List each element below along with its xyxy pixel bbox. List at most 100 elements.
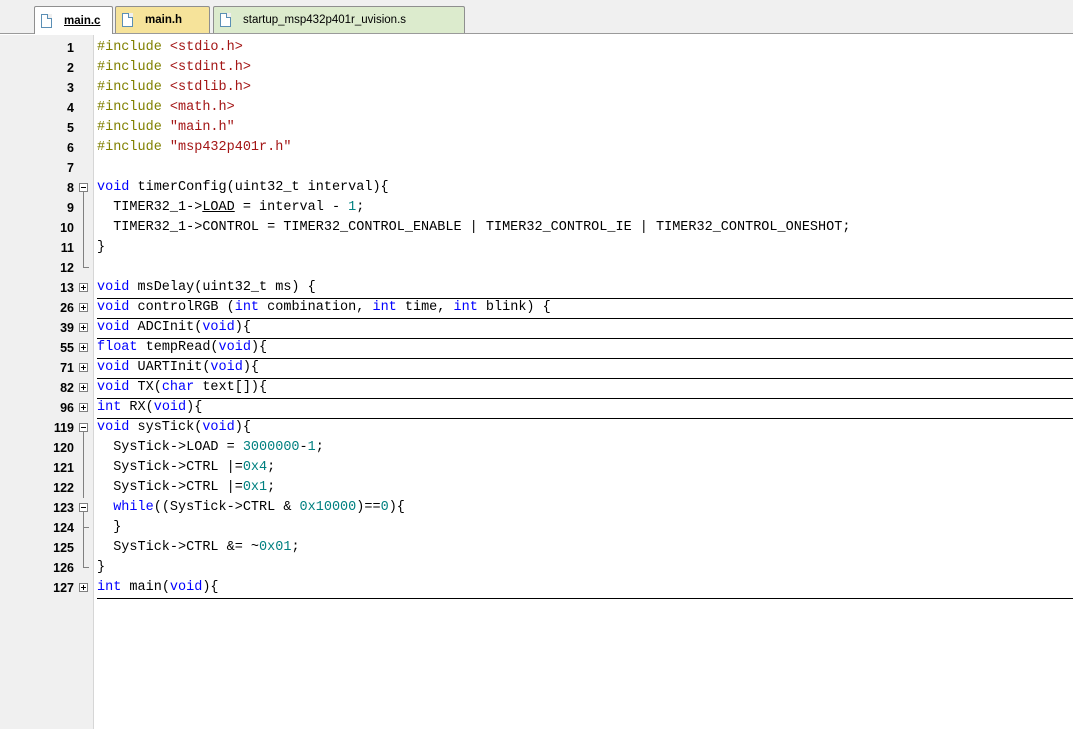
code-line[interactable]: 127 int main(void){ [0,578,1073,599]
fold-collapse-icon[interactable] [79,423,88,432]
code-text[interactable]: SysTick->LOAD = 3000000-1; [97,438,324,458]
line-number: 9 [67,201,74,215]
code-line[interactable]: 123 while((SysTick->CTRL & 0x10000)==0){ [0,498,1073,518]
keyword: void [97,360,130,375]
line-number: 7 [67,161,74,175]
code-line[interactable]: 2 #include <stdint.h> [0,58,1073,78]
tab-main-h[interactable]: main.h [115,6,210,33]
code-line[interactable]: 13 void msDelay(uint32_t ms) { [0,278,1073,299]
code-text[interactable]: TIMER32_1->LOAD = interval - 1; [97,198,364,218]
code-line[interactable]: 71 void UARTInit(void){ [0,358,1073,379]
code-line[interactable]: 12 [0,258,1073,278]
code-line[interactable]: 125 SysTick->CTRL &= ~0x01; [0,538,1073,558]
line-number: 8 [67,181,74,195]
code-line[interactable]: 122 SysTick->CTRL |=0x1; [0,478,1073,498]
code-text[interactable]: #include "main.h" [97,118,235,138]
code-line[interactable]: 10 TIMER32_1->CONTROL = TIMER32_CONTROL_… [0,218,1073,238]
code-line[interactable]: 39 void ADCInit(void){ [0,318,1073,339]
fold-collapse-icon[interactable] [79,183,88,192]
code-token: } [97,560,106,575]
fold-collapse-icon[interactable] [79,503,88,512]
fold-expand-icon[interactable] [79,323,88,332]
code-line[interactable]: 124 } [0,518,1073,538]
fold-expand-icon[interactable] [79,403,88,412]
code-line[interactable]: 119 void sysTick(void){ [0,418,1073,438]
code-text[interactable]: void timerConfig(uint32_t interval){ [97,178,389,198]
keyword: float [97,340,138,355]
code-line[interactable]: 55 float tempRead(void){ [0,338,1073,359]
number-literal: 0 [380,500,389,515]
fold-expand-icon[interactable] [79,303,88,312]
code-line[interactable]: 6 #include "msp432p401r.h" [0,138,1073,158]
code-line[interactable]: 121 SysTick->CTRL |=0x4; [0,458,1073,478]
preprocessor-directive: #include [97,100,170,115]
code-token: RX( [121,400,154,415]
tab-main-c[interactable]: main.c [34,6,113,34]
code-editor[interactable]: 1 #include <stdio.h> 2 #include <stdint.h> 3… [0,35,1073,729]
code-line[interactable]: 11} [0,238,1073,258]
keyword: void [97,380,130,395]
code-line[interactable]: 1 #include <stdio.h> [0,38,1073,58]
code-text[interactable]: TIMER32_1->CONTROL = TIMER32_CONTROL_ENA… [97,218,850,238]
line-number: 5 [67,121,74,135]
code-line[interactable]: 120 SysTick->LOAD = 3000000-1; [0,438,1073,458]
code-text[interactable]: void sysTick(void){ [97,418,251,438]
c-file-icon [41,13,52,28]
fold-expand-icon[interactable] [79,283,88,292]
code-line[interactable]: 26 void controlRGB (int combination, int … [0,298,1073,319]
collapsed-function[interactable]: int RX(void){ [97,398,1073,419]
code-text[interactable]: } [97,518,121,538]
code-text[interactable]: } [97,238,105,258]
collapsed-function[interactable]: void TX(char text[]){ [97,378,1073,399]
fold-guide [83,538,84,558]
fold-expand-icon[interactable] [79,383,88,392]
code-token: ){ [242,360,260,375]
code-text[interactable]: while((SysTick->CTRL & 0x10000)==0){ [97,498,405,518]
code-token: text[]){ [194,380,268,395]
keyword: void [210,360,243,375]
code-text[interactable]: SysTick->CTRL |=0x4; [97,458,275,478]
code-text[interactable]: SysTick->CTRL |=0x1; [97,478,275,498]
code-text[interactable]: #include <stdint.h> [97,58,251,78]
code-line[interactable]: 9 TIMER32_1->LOAD = interval - 1; [0,198,1073,218]
code-text[interactable]: #include <math.h> [97,98,235,118]
line-number: 121 [53,461,74,475]
line-number: 123 [53,501,74,515]
preprocessor-directive: #include [97,80,170,95]
code-line[interactable]: 96 int RX(void){ [0,398,1073,419]
code-text[interactable]: SysTick->CTRL &= ~0x01; [97,538,299,558]
fold-expand-icon[interactable] [79,363,88,372]
code-line[interactable]: 126} [0,558,1073,578]
collapsed-function[interactable]: void msDelay(uint32_t ms) { [97,278,1073,299]
line-number: 6 [67,141,74,155]
code-line[interactable]: 8 void timerConfig(uint32_t interval){ [0,178,1073,198]
code-text[interactable]: #include "msp432p401r.h" [97,138,291,158]
line-number: 55 [60,341,74,355]
asm-file-icon [220,13,231,27]
code-line[interactable]: 82 void TX(char text[]){ [0,378,1073,399]
collapsed-function[interactable]: void UARTInit(void){ [97,358,1073,379]
code-token: msDelay(uint32_t ms) { [129,280,316,295]
code-text[interactable]: } [97,558,105,578]
collapsed-function[interactable]: void ADCInit(void){ [97,318,1073,339]
fold-expand-icon[interactable] [79,343,88,352]
line-number: 82 [60,381,74,395]
collapsed-function[interactable]: void controlRGB (int combination, int ti… [97,298,1073,319]
code-line[interactable]: 3 #include <stdlib.h> [0,78,1073,98]
code-token: - [299,440,308,455]
code-token: SysTick->CTRL |= [97,480,243,495]
collapsed-function[interactable]: int main(void){ [97,578,1073,599]
code-text[interactable]: #include <stdio.h> [97,38,243,58]
code-line[interactable]: 7 [0,158,1073,178]
fold-end-marker [83,258,89,268]
code-token: TIMER32_1->CONTROL = TIMER32_CONTROL_ENA… [97,220,851,235]
tab-startup-s[interactable]: startup_msp432p401r_uvision.s [213,6,465,33]
code-line[interactable]: 4 #include <math.h> [0,98,1073,118]
keyword: void [153,400,187,415]
line-number: 124 [53,521,74,535]
code-token: ; [267,460,276,475]
collapsed-function[interactable]: float tempRead(void){ [97,338,1073,359]
fold-expand-icon[interactable] [79,583,88,592]
code-text[interactable]: #include <stdlib.h> [97,78,251,98]
code-line[interactable]: 5 #include "main.h" [0,118,1073,138]
